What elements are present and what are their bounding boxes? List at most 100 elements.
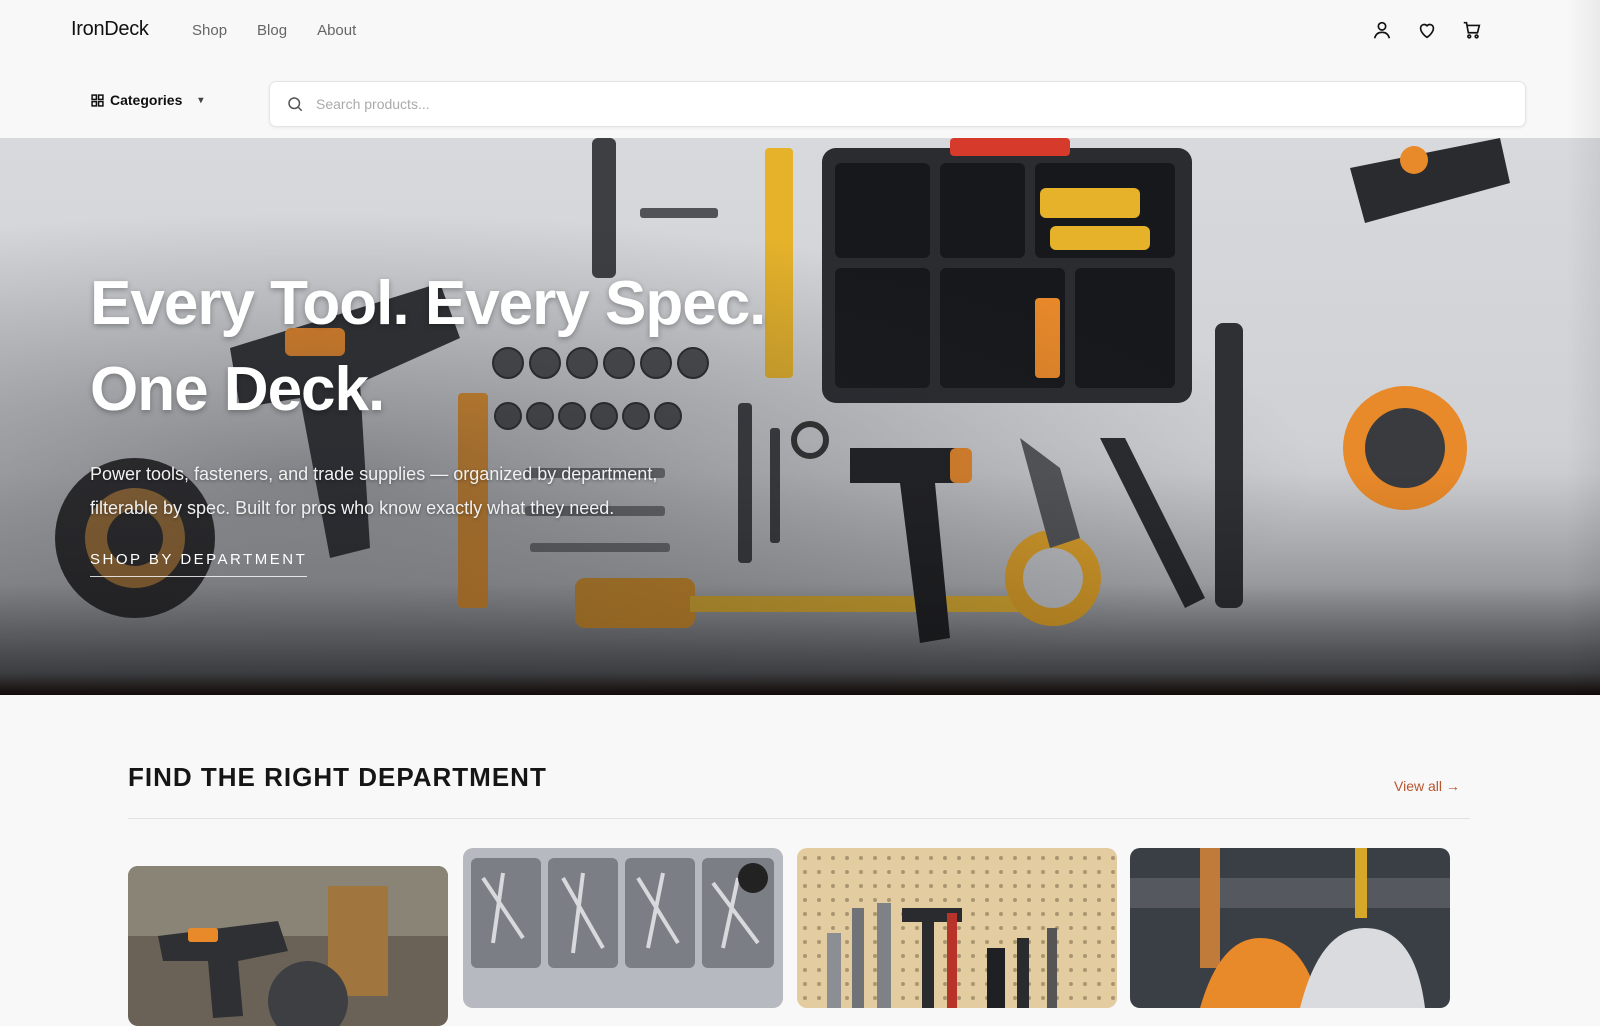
pegboard-hole [1041,982,1045,986]
pegboard-hole [845,870,849,874]
pegboard-hole [943,940,947,944]
pegboard-hole [803,940,807,944]
pegboard-hole [803,856,807,860]
pegboard-hole [803,954,807,958]
pegboard-hole [803,996,807,1000]
pegboard-hole [943,954,947,958]
pegboard-hole [887,898,891,902]
pegboard-hole [1013,870,1017,874]
pegboard-hole [1111,912,1115,916]
pegboard-hole [957,982,961,986]
pegboard-hole [957,898,961,902]
pegboard-hole [1013,898,1017,902]
pegboard-hole [845,982,849,986]
pegboard-hole [873,884,877,888]
page-edge-shadow [1566,0,1600,695]
pegboard-hole [1083,954,1087,958]
pegboard-hole [1069,870,1073,874]
hero-text: Every Tool. Every Spec. One Deck. Power … [90,261,850,577]
categories-button[interactable]: Categories ▾ [91,92,203,108]
pegboard-hole [971,996,975,1000]
search-input[interactable] [314,95,1498,113]
user-icon[interactable] [1371,19,1393,41]
chevron-down-icon: ▾ [198,94,204,106]
pegboard-hole [1097,954,1101,958]
pegboard-hole [929,870,933,874]
pegboard-hole [1097,856,1101,860]
pegboard-hole [1111,898,1115,902]
pegboard-hole [859,898,863,902]
nav-about[interactable]: About [317,22,356,39]
categories-label: Categories [110,92,183,108]
pegboard-hole [1041,912,1045,916]
pegboard-hole [901,968,905,972]
pegboard-hole [1013,982,1017,986]
pegboard-hole [901,996,905,1000]
pegboard-hole [915,884,919,888]
pegboard-hole [985,884,989,888]
pegboard-hole [915,898,919,902]
pegboard-hole [971,870,975,874]
pegboard-hole [999,940,1003,944]
pegboard-hole [957,996,961,1000]
departments-heading: FIND THE RIGHT DEPARTMENT [128,762,547,792]
hero-subtitle: Power tools, fasteners, and trade suppli… [90,464,658,518]
pegboard-hole [1111,996,1115,1000]
pegboard-hole [859,856,863,860]
power-tools-card[interactable] [128,866,448,1026]
cart-icon[interactable] [1461,19,1483,41]
pegboard-hole [1069,996,1073,1000]
pegboard-hole [957,884,961,888]
pegboard-hole [1055,898,1059,902]
pegboard-hole [1041,856,1045,860]
pegboard-hole [1097,870,1101,874]
pegboard-hole [1027,926,1031,930]
safety-gear-image [1130,848,1450,1008]
pegboard-hole [901,940,905,944]
view-all-link[interactable]: View all → [1394,778,1460,794]
nav-blog[interactable]: Blog [257,22,287,39]
pegboard-hole [1083,912,1087,916]
pegboard-hole [971,968,975,972]
logo[interactable]: IronDeck [71,18,149,41]
pegboard-hole [817,912,821,916]
pegboard-hole [873,996,877,1000]
hand-tools-card[interactable] [797,848,1117,1008]
pegboard-hole [817,856,821,860]
pegboard-hole [1111,954,1115,958]
pegboard-hole [1041,968,1045,972]
pegboard-hole [803,898,807,902]
pegboard-hole [1097,940,1101,944]
pegboard-hole [803,870,807,874]
fasteners-image [463,848,783,1008]
pegboard-hole [999,912,1003,916]
pegboard-hole [1083,982,1087,986]
pegboard-hole [901,856,905,860]
pegboard-hole [1041,884,1045,888]
pegboard-hole [1083,884,1087,888]
pegboard-hole [999,898,1003,902]
nav-shop[interactable]: Shop [192,22,227,39]
pegboard-hole [1069,954,1073,958]
pegboard-hole [845,856,849,860]
pegboard-hole [985,926,989,930]
hero-title: Every Tool. Every Spec. One Deck. [90,261,850,433]
pegboard-hole [999,870,1003,874]
heart-icon[interactable] [1416,19,1438,41]
pegboard-hole [915,856,919,860]
pegboard-hole [845,940,849,944]
pegboard-hole [901,954,905,958]
header-icons [1371,19,1483,41]
shop-by-department-link[interactable]: SHOP BY DEPARTMENT [90,551,308,577]
pegboard-hole [803,912,807,916]
pegboard-hole [1097,982,1101,986]
safety-gear-card[interactable] [1130,848,1450,1008]
pegboard-hole [999,884,1003,888]
search-bar[interactable] [269,81,1526,127]
pegboard-hole [831,898,835,902]
top-header: IronDeck Shop Blog About [0,0,1568,62]
pegboard-hole [929,898,933,902]
fasteners-card[interactable] [463,848,783,1008]
pegboard-hole [1083,870,1087,874]
pegboard-hole [873,856,877,860]
